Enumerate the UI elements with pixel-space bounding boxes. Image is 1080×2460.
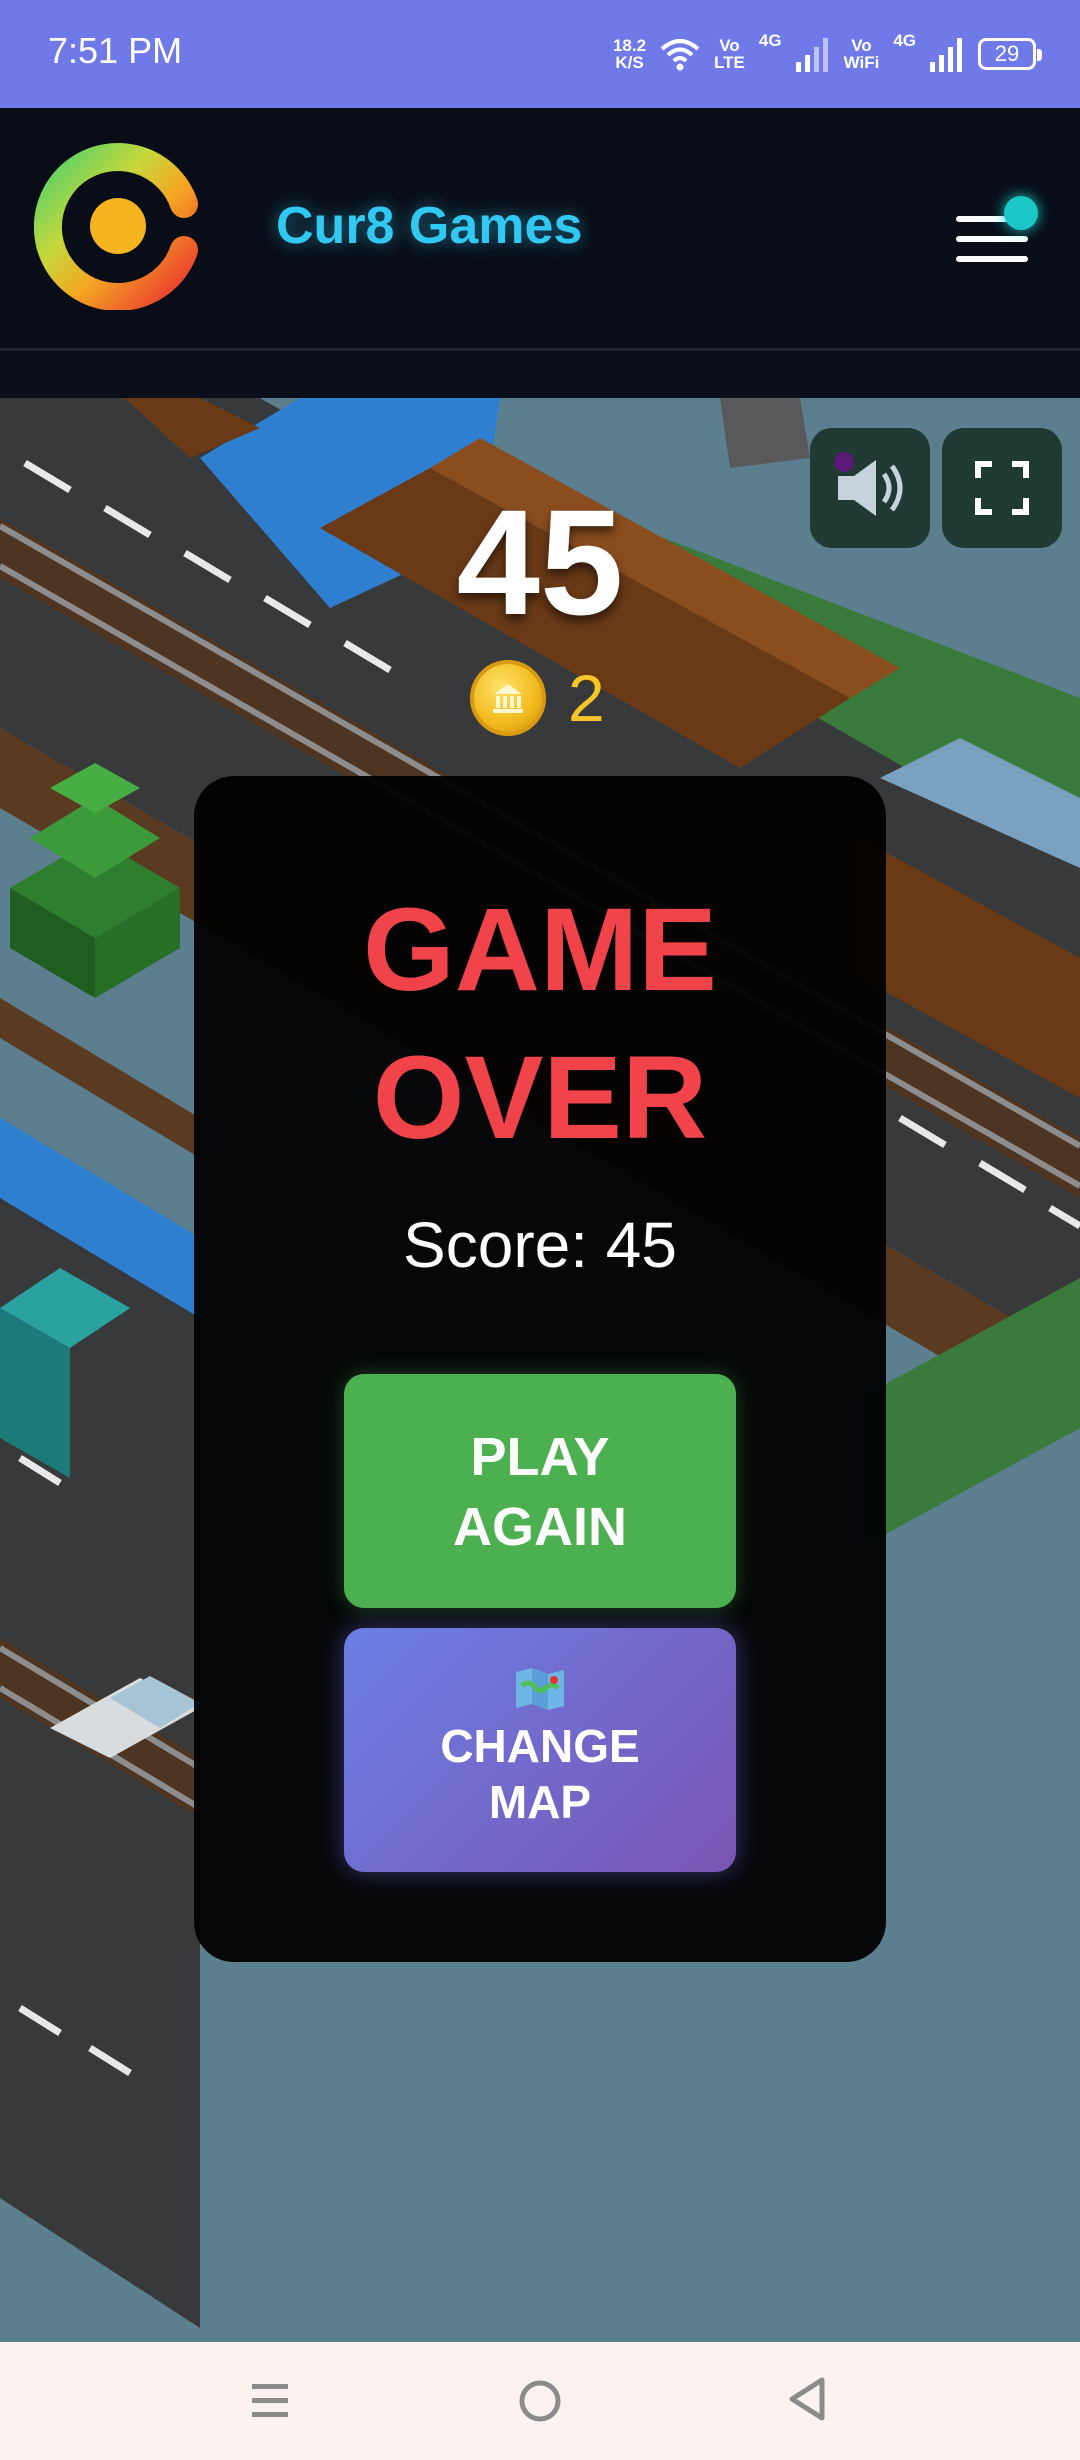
notification-dot: [1004, 196, 1038, 230]
play-again-line2: AGAIN: [453, 1497, 627, 1557]
network-speed-unit: K/S: [615, 53, 644, 72]
status-time: 7:51 PM: [48, 30, 183, 71]
volte-indicator: Vo LTE: [714, 37, 745, 71]
vowifi-top: Vo: [851, 36, 872, 55]
game-over-title: GAME OVER: [194, 876, 886, 1172]
fullscreen-button[interactable]: [942, 428, 1062, 548]
home-icon[interactable]: [510, 2370, 570, 2430]
map-icon: [516, 1668, 564, 1710]
status-icons: 18.2 K/S Vo LTE 4G Vo WiFi 4G 29: [613, 28, 1042, 80]
network-speed-value: 18.2: [612, 36, 647, 55]
change-map-button[interactable]: CHANGE MAP: [344, 1628, 736, 1872]
status-bar: 7:51 PM 18.2 K/S Vo LTE 4G Vo WiFi 4G 29: [0, 0, 1080, 108]
change-map-line2: MAP: [488, 1776, 592, 1828]
menu-icon[interactable]: [240, 2370, 300, 2430]
menu-line: [956, 236, 1028, 242]
screen: 7:51 PM 18.2 K/S Vo LTE 4G Vo WiFi 4G 29…: [0, 0, 1080, 2460]
play-again-button[interactable]: PLAY AGAIN: [344, 1374, 736, 1608]
volte-bottom: LTE: [714, 53, 745, 72]
game-over-dialog: GAME OVER Score: 45 PLAY AGAIN CHANGE MA…: [194, 776, 886, 1962]
menu-line: [956, 256, 1028, 262]
system-nav-bar: [0, 2342, 1080, 2460]
change-map-line1: CHANGE: [440, 1720, 640, 1772]
brand-title[interactable]: Cur8 Games: [276, 196, 582, 256]
cur8-logo[interactable]: [34, 142, 202, 310]
vowifi-indicator: Vo WiFi: [844, 37, 880, 71]
header-divider: [0, 350, 1080, 399]
menu-button[interactable]: [948, 196, 1038, 268]
network-speed: 18.2 K/S: [613, 37, 646, 71]
back-icon[interactable]: [780, 2370, 840, 2430]
vowifi-bottom: WiFi: [843, 53, 880, 72]
fullscreen-icon: [975, 461, 1029, 515]
signal-icon-sim1: [795, 38, 828, 72]
wifi-icon: [660, 39, 700, 71]
app-header: Cur8 Games: [0, 108, 1080, 350]
game-over-title-line1: GAME: [363, 884, 717, 1016]
game-canvas[interactable]: 45 2 GAME OVER Score: 45 PLAY AGAIN CHAN…: [0, 398, 1080, 2342]
speaker-icon: [834, 452, 903, 516]
coin-icon: [470, 660, 546, 736]
final-score: Score: 45: [403, 1209, 677, 1281]
volte-top: Vo: [719, 36, 740, 55]
sim2-network-type: 4G: [893, 31, 916, 50]
signal-icon-sim2: [930, 38, 962, 72]
battery-icon: 29: [978, 38, 1042, 70]
coin-counter: 2: [470, 660, 605, 736]
coin-count: 2: [568, 661, 605, 735]
play-again-line1: PLAY: [470, 1427, 610, 1487]
sound-toggle-button[interactable]: [810, 428, 930, 548]
sim1-network-type: 4G: [758, 31, 782, 50]
game-over-title-line2: OVER: [372, 1032, 708, 1164]
